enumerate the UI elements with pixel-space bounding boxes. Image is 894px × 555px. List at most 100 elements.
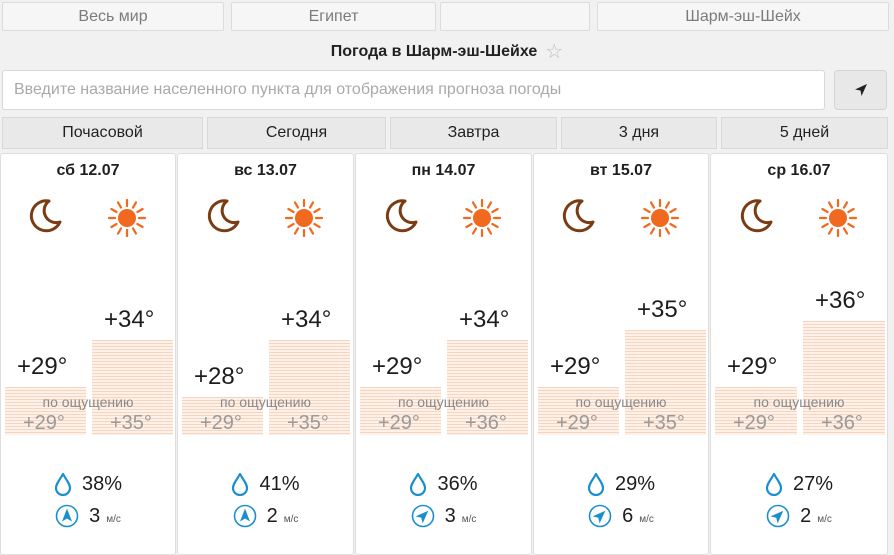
day-feels-like: +36°	[465, 412, 507, 434]
night-temp: +29°	[727, 353, 778, 380]
drop-icon	[54, 472, 72, 496]
feels-like-label: по ощущению	[753, 394, 845, 410]
day-icon	[284, 198, 324, 243]
wind: 2 м/с	[178, 504, 353, 528]
sun-icon	[818, 198, 858, 238]
precipitation: 38%	[1, 472, 175, 496]
feels-like-label: по ощущению	[575, 394, 667, 410]
tab-3-days[interactable]: 3 дня	[561, 117, 717, 149]
day-feels-like: +35°	[643, 412, 685, 434]
day-icon	[107, 198, 147, 243]
drop-icon	[410, 472, 427, 496]
day-card[interactable]: вс 13.07 +28° +34° по ощущению +29° +35°…	[177, 153, 354, 555]
tab-tomorrow[interactable]: Завтра	[390, 117, 557, 149]
wind-speed: 2	[800, 504, 812, 527]
sun-icon	[462, 198, 502, 238]
night-icon	[27, 198, 63, 239]
day-temp: +35°	[637, 296, 688, 323]
day-card[interactable]: сб 12.07 +29° +34° по ощущению +29° +35°…	[0, 153, 176, 555]
feels-like-label: по ощущению	[220, 394, 311, 410]
wind-arrow-icon	[766, 504, 790, 528]
night-icon	[205, 198, 241, 239]
day-label: вт 15.07	[590, 162, 652, 179]
day-temp: +36°	[815, 287, 866, 314]
night-feels-like: +29°	[378, 412, 420, 434]
breadcrumb-city[interactable]: Шарм-эш-Шейх	[597, 2, 889, 31]
day-label: сб 12.07	[56, 162, 120, 179]
wind-arrow-icon	[55, 504, 79, 528]
day-card[interactable]: пн 14.07 +29° +34° по ощущению +29° +36°…	[355, 153, 532, 555]
precipitation: 36%	[356, 472, 531, 496]
precipitation: 41%	[178, 472, 353, 496]
precipitation-value: 29%	[614, 472, 656, 495]
night-temp: +28°	[194, 363, 245, 390]
precipitation-value: 36%	[437, 472, 478, 495]
night-icon	[738, 198, 774, 239]
day-icon	[818, 198, 858, 243]
day-label: вс 13.07	[234, 162, 297, 179]
night-icon	[560, 198, 596, 239]
sun-icon	[284, 198, 324, 238]
wind-arrow-icon	[588, 504, 612, 528]
wind-unit: м/с	[817, 513, 832, 525]
day-card[interactable]: вт 15.07 +29° +35° по ощущению +29° +35°…	[533, 153, 709, 555]
moon-icon	[740, 199, 773, 233]
breadcrumb: Весь мир Египет Шарм-эш-Шейх	[0, 0, 894, 34]
precipitation: 29%	[534, 472, 708, 496]
wind-unit: м/с	[283, 513, 299, 525]
star-icon[interactable]: ☆	[545, 42, 563, 62]
tab-hourly[interactable]: Почасовой	[2, 117, 203, 149]
tab-5-days[interactable]: 5 дней	[721, 117, 888, 149]
wind-arrow-icon	[233, 504, 256, 528]
wind-arrow-icon	[411, 504, 434, 528]
day-icon	[640, 198, 680, 243]
day-temp: +34°	[459, 306, 510, 333]
day-card[interactable]: ср 16.07 +29° +36° по ощущению +29° +36°…	[710, 153, 888, 555]
page-title: Погода в Шарм-эш-Шейхе	[330, 43, 538, 60]
day-temp: +34°	[281, 306, 332, 333]
wind-unit: м/с	[106, 513, 121, 525]
day-feels-like: +35°	[287, 412, 329, 434]
night-feels-like: +29°	[733, 412, 775, 434]
tab-today[interactable]: Сегодня	[207, 117, 386, 149]
wind-speed: 2	[266, 504, 278, 527]
night-temp: +29°	[17, 353, 68, 380]
precipitation-value: 27%	[792, 472, 834, 495]
moon-icon	[207, 199, 240, 233]
night-feels-like: +29°	[200, 412, 242, 434]
wind-unit: м/с	[639, 513, 654, 525]
night-temp: +29°	[372, 353, 423, 380]
breadcrumb-empty[interactable]	[440, 2, 590, 31]
night-feels-like: +29°	[23, 412, 65, 434]
precipitation-value: 38%	[81, 472, 123, 495]
wind: 3 м/с	[356, 504, 531, 528]
wind-speed: 3	[444, 504, 456, 527]
drop-icon	[765, 472, 783, 496]
day-temp: +34°	[104, 306, 155, 333]
night-feels-like: +29°	[556, 412, 598, 434]
wind-speed: 3	[89, 504, 101, 527]
search-input[interactable]	[2, 70, 825, 110]
day-feels-like: +36°	[821, 412, 863, 434]
moon-icon	[562, 199, 595, 233]
moon-icon	[29, 199, 62, 233]
locate-button[interactable]	[834, 70, 887, 110]
breadcrumb-world[interactable]: Весь мир	[2, 2, 224, 31]
drop-icon	[587, 472, 605, 496]
feels-like-label: по ощущению	[398, 394, 489, 410]
day-icon	[462, 198, 502, 243]
wind: 6 м/с	[534, 504, 708, 528]
feels-like-label: по ощущению	[42, 394, 134, 410]
sun-icon	[640, 198, 680, 238]
day-label: ср 16.07	[767, 162, 831, 179]
precipitation-value: 41%	[259, 472, 300, 495]
breadcrumb-country[interactable]: Египет	[231, 2, 436, 31]
night-icon	[383, 198, 419, 239]
night-temp: +29°	[550, 353, 601, 380]
location-arrow-icon	[854, 84, 867, 96]
moon-icon	[385, 199, 418, 233]
wind: 2 м/с	[711, 504, 887, 528]
wind-unit: м/с	[461, 513, 477, 525]
wind: 3 м/с	[1, 504, 175, 528]
sun-icon	[107, 198, 147, 238]
